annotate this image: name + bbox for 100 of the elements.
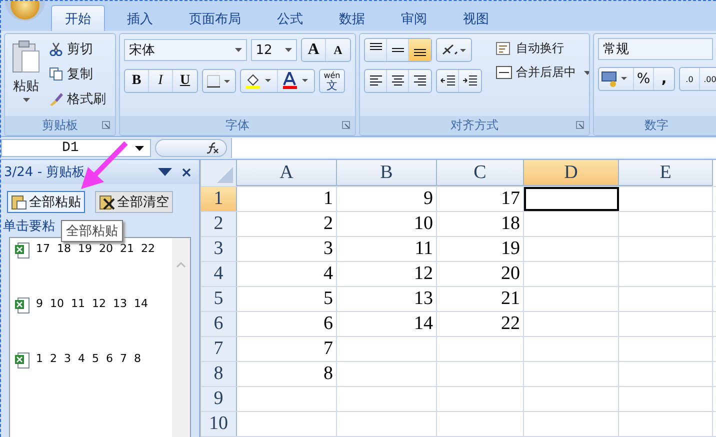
table-cell: 18 <box>437 212 524 236</box>
insert-function-button[interactable] <box>155 139 227 157</box>
ribbon-tab[interactable]: 页面布局 <box>175 5 255 31</box>
clear-all-button[interactable]: 全部清空 <box>95 191 173 213</box>
table-cell: 9 <box>337 187 437 211</box>
cut-button[interactable]: 剪切 <box>47 38 108 60</box>
table-cell: 14 <box>337 312 437 336</box>
underline-button[interactable]: U <box>173 70 197 92</box>
clipboard-item[interactable]: 17 18 19 20 21 22 <box>10 242 172 297</box>
table-cell: 11 <box>337 237 437 261</box>
table-cell: 5 <box>237 287 337 311</box>
comma-button[interactable]: , <box>654 68 674 90</box>
number-format-dropdown[interactable]: 常规 <box>598 38 713 60</box>
caret-icon <box>22 98 30 102</box>
increase-decimal-button[interactable]: .0 <box>680 68 700 90</box>
column-header[interactable]: B <box>337 160 437 186</box>
row-header[interactable]: 8 <box>201 362 237 386</box>
wrap-text-button[interactable]: 自动换行 <box>494 38 589 59</box>
vertical-align-button[interactable] <box>409 39 431 61</box>
row-header[interactable]: 7 <box>201 337 237 361</box>
corner-triangle-icon <box>217 167 233 183</box>
table-cell: 2 <box>237 212 337 236</box>
table-cell: 20 <box>437 262 524 286</box>
tooltip: 全部粘贴 <box>61 220 123 242</box>
group-label: 剪贴板 <box>42 117 78 134</box>
scissors-icon <box>49 42 63 56</box>
clipboard-item[interactable]: 9 10 11 12 13 14 <box>10 297 172 352</box>
dropdown-arrow-icon[interactable] <box>158 168 172 176</box>
ribbon-tab[interactable]: 开始 <box>51 5 105 31</box>
pane-title: 3/24 - 剪贴板 <box>4 164 86 181</box>
font-size-dropdown[interactable]: 12 <box>250 39 297 61</box>
scroll-up-icon <box>176 262 186 268</box>
row-header[interactable]: 6 <box>201 312 237 336</box>
table-cell: 21 <box>437 287 524 311</box>
font-name-dropdown[interactable]: 宋体 <box>124 39 247 61</box>
border-icon <box>206 74 232 88</box>
ribbon-tab[interactable]: 数据 <box>325 5 379 31</box>
row-header[interactable]: 9 <box>201 387 237 411</box>
ribbon-tab[interactable]: 视图 <box>449 5 503 31</box>
table-cell: 19 <box>437 237 524 261</box>
paste-all-button[interactable]: 全部粘贴 <box>7 191 85 213</box>
row-header[interactable]: 4 <box>201 262 237 286</box>
ribbon-tab[interactable]: 审阅 <box>387 5 441 31</box>
dialog-launcher-icon[interactable] <box>102 121 110 129</box>
table-cell: 8 <box>237 362 337 386</box>
merge-cells-icon <box>496 66 512 80</box>
column-header[interactable]: A <box>237 160 337 186</box>
table-cell: 7 <box>237 337 337 361</box>
row-header[interactable]: 2 <box>201 212 237 236</box>
table-cell: 10 <box>337 212 437 236</box>
percent-button[interactable]: % <box>634 68 654 90</box>
clipboard-icon <box>11 40 41 74</box>
brush-icon <box>49 92 63 106</box>
dialog-launcher-icon[interactable] <box>342 121 350 129</box>
caret-icon <box>285 48 292 52</box>
row-header[interactable]: 10 <box>201 412 237 436</box>
table-cell: 3 <box>237 237 337 261</box>
formula-input-field[interactable] <box>231 138 716 158</box>
group-label: 数字 <box>644 117 668 134</box>
decrease-decimal-button[interactable]: .00 <box>700 68 716 90</box>
grow-font-button[interactable]: A <box>302 39 326 61</box>
column-header[interactable]: D <box>524 160 619 186</box>
caret-icon <box>135 146 144 150</box>
table-cell: 4 <box>237 262 337 286</box>
font-color-icon <box>281 72 311 90</box>
table-cell: 22 <box>437 312 524 336</box>
phonetic-button[interactable]: wén 文 <box>320 70 344 92</box>
merge-center-button[interactable]: 合并后居中 <box>494 62 589 83</box>
spreadsheet-icon <box>14 242 30 259</box>
row-header[interactable]: 1 <box>201 187 237 211</box>
paste-icon <box>11 194 27 210</box>
group-label: 对齐方式 <box>450 117 498 134</box>
align-icon <box>392 48 404 52</box>
ribbon-tab[interactable]: 公式 <box>263 5 317 31</box>
table-cell: 17 <box>437 187 524 211</box>
dialog-launcher-icon[interactable] <box>576 121 584 129</box>
copy-button[interactable]: 复制 <box>47 63 108 85</box>
spreadsheet-icon <box>14 297 30 314</box>
format-painter-button[interactable]: 格式刷 <box>47 88 108 110</box>
clipboard-item[interactable]: 1 2 3 4 5 6 7 8 <box>10 352 172 407</box>
table-cell: 1 <box>237 187 337 211</box>
currency-button[interactable] <box>599 68 634 90</box>
bold-button[interactable]: B <box>125 70 149 92</box>
scrollbar[interactable] <box>172 238 190 437</box>
table-cell: 6 <box>237 312 337 336</box>
ribbon-tab[interactable]: 插入 <box>113 5 167 31</box>
caret-icon <box>584 70 589 74</box>
column-header[interactable]: E <box>619 160 713 186</box>
paste-button[interactable]: 粘贴 <box>9 38 43 116</box>
copy-icon <box>49 67 63 81</box>
shrink-font-button[interactable]: A <box>326 39 350 61</box>
close-icon[interactable] <box>182 168 191 176</box>
row-header[interactable]: 3 <box>201 237 237 261</box>
row-header[interactable]: 5 <box>201 287 237 311</box>
table-cell: 12 <box>337 262 437 286</box>
name-box[interactable]: D1 <box>1 139 151 157</box>
table-cell: 13 <box>337 287 437 311</box>
italic-button[interactable]: I <box>149 70 173 92</box>
column-header[interactable]: C <box>437 160 524 186</box>
paint-bucket-icon <box>244 72 274 90</box>
